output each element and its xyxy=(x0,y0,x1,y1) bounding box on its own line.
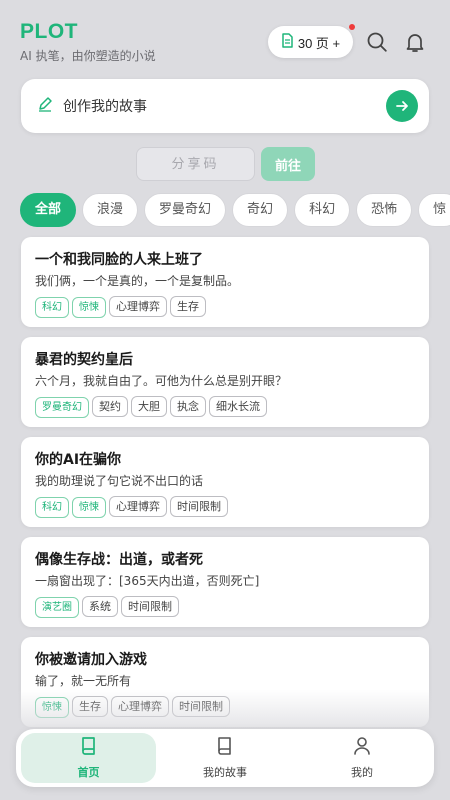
notification-dot xyxy=(349,24,355,30)
pages-balance-label: 30 页 + xyxy=(297,35,341,51)
story-tag: 心理博弈 xyxy=(109,296,167,317)
story-tag: 惊悚 xyxy=(72,497,106,518)
story-description: 我们俩，一个是真的，一个是复制品。 xyxy=(35,274,240,288)
story-tag: 演艺圈 xyxy=(35,597,79,618)
story-description: 六个月，我就自由了。可他为什么总是别开眼？ xyxy=(35,374,288,388)
app-tagline[interactable]: AI 执笔，由你塑造的小说 xyxy=(20,47,156,64)
story-tag: 时间限制 xyxy=(121,596,179,617)
book-outline-icon xyxy=(216,736,234,760)
story-tag: 执念 xyxy=(170,396,206,417)
story-description: 我的助理说了句它说不出口的话 xyxy=(35,474,204,488)
bottom-nav: 首页 我的故事 我的 xyxy=(16,729,434,787)
story-card[interactable]: 一个和我同脸的人来上班了我们俩，一个是真的，一个是复制品。科幻 惊悚 心理博弈 生存 xyxy=(21,237,429,327)
story-card[interactable]: 你的AI在骗你我的助理说了句它说不出口的话科幻 惊悚 心理博弈 时间限制 xyxy=(21,437,429,527)
story-title: 你的AI在骗你 xyxy=(35,452,122,468)
story-card[interactable]: 偶像生存战：出道，或者死一扇窗出现了：[365天内出道，否则死亡] 演艺圈 系统 时间… xyxy=(21,537,429,627)
story-card[interactable]: 你被邀请加入游戏 输了，就一无所有惊悚 生存 心理博弈 时间限制 xyxy=(21,637,429,727)
category-filter: 全部 浪漫 罗曼奇幻 奇幻 科幻 恐怖惊 xyxy=(20,193,450,227)
story-description: 输了，就一无所有 xyxy=(35,674,132,688)
story-tag: 科幻 xyxy=(35,497,69,518)
create-story-label: 创作我的故事 xyxy=(63,99,147,115)
story-tag: 契约 xyxy=(92,396,128,417)
story-tags: 惊悚 生存 心理博弈 时间限制 xyxy=(35,695,415,718)
document-icon xyxy=(281,33,294,51)
share-code-row: 前往 xyxy=(0,147,450,181)
category-chip[interactable]: 科幻 xyxy=(294,193,351,227)
nav-label: 首页 xyxy=(77,766,100,779)
story-tag: 系统 xyxy=(82,596,118,617)
category-chip[interactable]: 全部 xyxy=(20,193,77,227)
category-chip[interactable]: 奇幻 xyxy=(232,193,289,227)
pages-balance-button[interactable]: 30 页 + xyxy=(268,24,355,58)
story-tags: 罗曼奇幻 契约 大胆 执念 细水长流 xyxy=(35,395,415,418)
nav-item[interactable]: 我的故事 xyxy=(157,733,293,783)
story-tag: 心理博弈 xyxy=(109,496,167,517)
story-tag: 惊悚 xyxy=(72,297,106,318)
share-code-go-button[interactable]: 前往 xyxy=(261,147,315,181)
category-chip[interactable]: 罗曼奇幻 xyxy=(144,193,227,227)
category-chip[interactable]: 惊 xyxy=(418,193,450,227)
story-tag: 惊悚 xyxy=(35,697,69,718)
user-icon xyxy=(353,736,371,760)
category-chip[interactable]: 恐怖 xyxy=(356,193,413,227)
story-tag: 时间限制 xyxy=(172,696,230,717)
search-icon[interactable] xyxy=(365,30,389,54)
story-tags: 科幻 惊悚 心理博弈 时间限制 xyxy=(35,495,415,518)
arrow-right-icon[interactable] xyxy=(386,90,418,122)
category-chip[interactable]: 浪漫 xyxy=(82,193,139,227)
story-tag: 细水长流 xyxy=(209,396,267,417)
story-list: 一个和我同脸的人来上班了 我们俩，一个是真的，一个是复制品。 科幻 惊悚 心理博弈 生存暴… xyxy=(21,237,429,737)
story-title: 一个和我同脸的人来上班了 xyxy=(35,252,203,268)
app-header: PLOT AI 执笔，由你塑造的小说 30 页 + xyxy=(0,0,450,70)
create-story-button[interactable]: 创作我的故事 xyxy=(21,79,429,133)
nav-item[interactable]: 首页 xyxy=(21,733,156,783)
story-tags: 科幻 惊悚 心理博弈 生存 xyxy=(35,295,415,318)
nav-item[interactable]: 我的 xyxy=(294,733,430,783)
nav-label: 我的 xyxy=(351,766,373,779)
app-logo: PLOT xyxy=(20,20,78,43)
story-title: 偶像生存战：出道，或者死 xyxy=(35,552,203,568)
story-tag: 生存 xyxy=(170,296,206,317)
story-tag: 罗曼奇幻 xyxy=(35,397,89,418)
story-tag: 生存 xyxy=(72,696,108,717)
story-title: 你被邀请加入游戏 xyxy=(35,652,147,668)
nav-label: 我的故事 xyxy=(203,766,247,779)
brand: PLOT AI 执笔，由你塑造的小说 xyxy=(20,20,156,64)
share-code-input[interactable] xyxy=(136,147,255,181)
story-tag: 时间限制 xyxy=(170,496,228,517)
story-tag: 科幻 xyxy=(35,297,69,318)
story-card[interactable]: 暴君的契约皇后六个月，我就自由了。可他为什么总是别开眼？ 罗曼奇幻 契约 大胆 执念 细水… xyxy=(21,337,429,427)
story-tag: 心理博弈 xyxy=(111,696,169,717)
book-icon xyxy=(80,736,98,760)
story-tags: 演艺圈 系统 时间限制 xyxy=(35,595,415,618)
story-tag: 大胆 xyxy=(131,396,167,417)
story-description: 一扇窗出现了：[365天内出道，否则死亡] xyxy=(35,574,260,588)
bell-icon[interactable] xyxy=(403,30,427,54)
story-title: 暴君的契约皇后 xyxy=(35,352,133,368)
pencil-icon xyxy=(37,96,53,116)
